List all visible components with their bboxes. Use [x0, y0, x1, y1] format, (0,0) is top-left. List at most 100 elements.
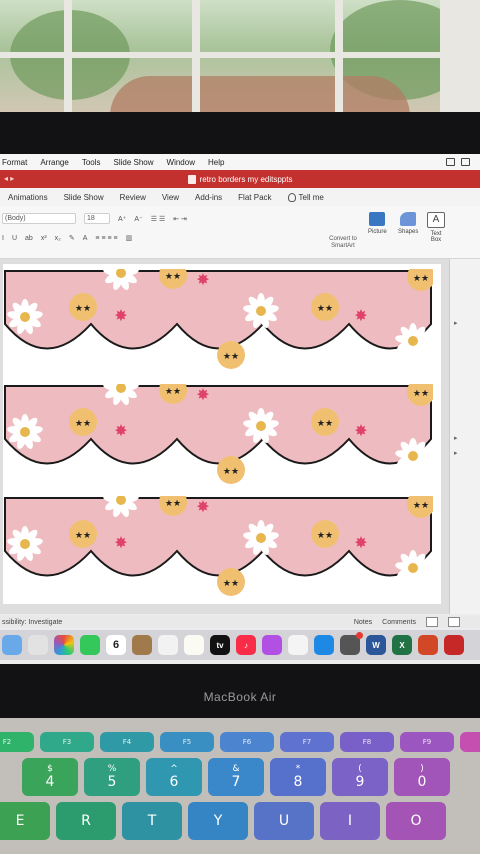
- accessibility-status[interactable]: ssibility: Investigate: [2, 619, 62, 626]
- key-i[interactable]: I: [320, 802, 380, 840]
- apple-tv-icon[interactable]: tv: [210, 635, 230, 655]
- key-f10[interactable]: F10: [460, 732, 480, 752]
- tab-animations[interactable]: Animations: [8, 193, 48, 202]
- grow-font-icon[interactable]: A⁺: [118, 215, 126, 223]
- subscript-icon[interactable]: x₂: [55, 235, 61, 242]
- convert-to-smartart-button[interactable]: Convert to SmartArt: [318, 236, 368, 250]
- photos-icon[interactable]: [28, 635, 48, 655]
- comments-button[interactable]: Comments: [382, 619, 416, 626]
- key-8[interactable]: * 8: [270, 758, 326, 796]
- key-f2[interactable]: F2: [0, 732, 34, 752]
- notes-button[interactable]: Notes: [354, 619, 372, 626]
- tab-view[interactable]: View: [162, 193, 179, 202]
- excel-icon[interactable]: X: [392, 635, 412, 655]
- system-preferences-icon[interactable]: [340, 632, 363, 655]
- key-f3[interactable]: F3: [40, 732, 94, 752]
- key-9[interactable]: (9: [332, 758, 388, 796]
- key-f7[interactable]: F7: [280, 732, 334, 752]
- shapes-button[interactable]: Shapes: [398, 212, 418, 235]
- smiley-eyes-icon: ★★: [317, 530, 333, 540]
- menu-slide-show[interactable]: Slide Show: [114, 158, 154, 167]
- smiley-eyes-icon: ★★: [75, 303, 91, 313]
- key-7[interactable]: & 7: [208, 758, 264, 796]
- normal-view-icon[interactable]: [426, 617, 438, 627]
- news-icon[interactable]: [288, 635, 308, 655]
- key-5[interactable]: % 5: [84, 758, 140, 796]
- key-o[interactable]: O: [386, 802, 446, 840]
- key-e[interactable]: E: [0, 802, 50, 840]
- menu-format[interactable]: Format: [2, 158, 27, 167]
- columns-icon[interactable]: ▥: [126, 234, 133, 242]
- acrobat-icon[interactable]: [418, 635, 438, 655]
- app-store-icon[interactable]: [314, 635, 334, 655]
- strikethrough-icon[interactable]: ab: [25, 235, 33, 242]
- menu-help[interactable]: Help: [208, 158, 224, 167]
- key-label: F2: [2, 738, 12, 746]
- status-bar: ssibility: Investigate Notes Comments: [0, 616, 480, 628]
- tell-me-search[interactable]: Tell me: [287, 192, 324, 202]
- font-name-select[interactable]: (Body): [2, 213, 76, 224]
- scalloped-border-1[interactable]: ★★ ★★ ★★ ★★ ★★ ✸ ✸ ✸: [3, 269, 441, 369]
- key-u[interactable]: U: [254, 802, 314, 840]
- scalloped-border-2[interactable]: ★★ ★★ ★★ ★★ ★★ ✸ ✸ ✸: [3, 384, 441, 484]
- underline-icon[interactable]: U: [12, 235, 17, 242]
- key-t[interactable]: T: [122, 802, 182, 840]
- italic-icon[interactable]: I: [2, 235, 4, 242]
- key-label: F8: [362, 738, 372, 746]
- font-size-select[interactable]: 18: [84, 213, 110, 224]
- pink-flower-icon: ✸: [354, 535, 367, 552]
- key-r[interactable]: R: [56, 802, 116, 840]
- control-center-icon[interactable]: [461, 158, 470, 166]
- key-f6[interactable]: F6: [220, 732, 274, 752]
- music-icon[interactable]: ♪: [236, 635, 256, 655]
- key-label: 8: [293, 774, 303, 790]
- menu-tools[interactable]: Tools: [82, 158, 101, 167]
- superscript-icon[interactable]: x²: [41, 235, 47, 242]
- key-label: U: [278, 813, 290, 829]
- text-box-button[interactable]: A Text Box: [426, 212, 446, 243]
- sorter-view-icon[interactable]: [448, 617, 460, 627]
- excel-label: X: [399, 640, 405, 650]
- photos-app-icon[interactable]: [54, 635, 74, 655]
- key-f9[interactable]: F9: [400, 732, 454, 752]
- pink-flower-icon: ✸: [114, 423, 127, 440]
- key-f5[interactable]: F5: [160, 732, 214, 752]
- tab-add-ins[interactable]: Add-ins: [195, 193, 222, 202]
- key-y[interactable]: Y: [188, 802, 248, 840]
- picture-button[interactable]: Picture: [368, 212, 387, 235]
- tab-review[interactable]: Review: [120, 193, 146, 202]
- lightbulb-icon: [287, 192, 296, 202]
- smiley-eyes-icon: ★★: [413, 273, 429, 283]
- facetime-icon[interactable]: [80, 635, 100, 655]
- reminders-icon[interactable]: [158, 635, 178, 655]
- key-label: Y: [213, 813, 223, 829]
- key-6[interactable]: ^ 6: [146, 758, 202, 796]
- screen-mirror-icon[interactable]: [446, 158, 455, 166]
- tab-flat-pack[interactable]: Flat Pack: [238, 193, 271, 202]
- indent-icon[interactable]: ⇤ ⇥: [173, 215, 187, 223]
- font-color-icon[interactable]: A: [83, 235, 88, 242]
- slide[interactable]: ★★ ★★ ★★ ★★ ★★ ✸ ✸ ✸ ★★ ★★ ★★ ★★ ★★ ✸ ✸ ✸ ★★ ★★ ★★ ★★ ★★ ✸ ✸…: [3, 264, 441, 604]
- menu-arrange[interactable]: Arrange: [40, 158, 68, 167]
- notes-icon[interactable]: [184, 635, 204, 655]
- menu-window[interactable]: Window: [167, 158, 195, 167]
- picture-label: Picture: [368, 229, 387, 235]
- scalloped-border-3[interactable]: ★★ ★★ ★★ ★★ ★★ ✸ ✸ ✸: [3, 496, 441, 596]
- align-icons[interactable]: ≡ ≡ ≡ ≡: [95, 235, 117, 242]
- key-f8[interactable]: F8: [340, 732, 394, 752]
- calendar-icon[interactable]: 6: [106, 635, 126, 655]
- highlight-icon[interactable]: ✎: [69, 234, 75, 242]
- tab-slide-show[interactable]: Slide Show: [64, 193, 104, 202]
- notes-app-icon[interactable]: [132, 635, 152, 655]
- key-label: F9: [422, 738, 432, 746]
- podcasts-icon[interactable]: [262, 635, 282, 655]
- word-icon[interactable]: W: [366, 635, 386, 655]
- finder-icon[interactable]: [2, 635, 22, 655]
- key-0[interactable]: ) 0: [394, 758, 450, 796]
- key-4[interactable]: $4: [22, 758, 78, 796]
- bullets-icon[interactable]: ☰ ☰: [151, 215, 166, 223]
- powerpoint-icon[interactable]: [444, 635, 464, 655]
- quick-access-toolbar[interactable]: ◂ ▸: [4, 174, 14, 183]
- key-f4[interactable]: F4: [100, 732, 154, 752]
- shrink-font-icon[interactable]: A⁻: [134, 215, 142, 223]
